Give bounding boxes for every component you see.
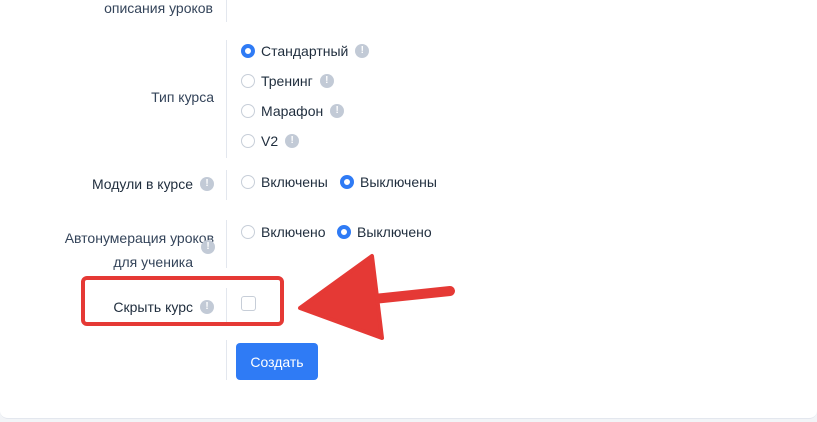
info-icon[interactable]: !: [355, 44, 370, 58]
radio-button[interactable]: [241, 175, 255, 189]
autonumbering-label-line1: Автонумерация уроков: [64, 230, 214, 246]
lesson-description-label: описания уроков: [104, 0, 213, 16]
radio-button[interactable]: [241, 44, 255, 58]
radio-button[interactable]: [241, 134, 255, 148]
option-label: Выключено: [357, 224, 432, 240]
option-label: Марафон: [261, 103, 324, 119]
modules-label-row: Модули в курсе !: [92, 176, 214, 192]
divider: [226, 40, 227, 158]
info-icon[interactable]: !: [330, 104, 345, 118]
autonumbering-option-disabled[interactable]: Выключено: [337, 224, 432, 240]
modules-label: Модули в курсе: [91, 176, 193, 192]
course-type-option-training[interactable]: Тренинг !: [241, 73, 334, 89]
option-label: Включены: [261, 174, 328, 190]
modules-option-enabled[interactable]: Включены: [241, 174, 328, 190]
option-label: Тренинг: [261, 73, 313, 89]
annotation-highlight-box: [81, 276, 284, 326]
info-icon[interactable]: !: [201, 240, 215, 254]
course-type-option-standard[interactable]: Стандартный !: [241, 43, 370, 59]
divider: [226, 0, 227, 22]
divider: [226, 220, 227, 268]
autonumbering-option-enabled[interactable]: Включено: [241, 224, 326, 240]
option-label: Выключены: [360, 174, 437, 190]
radio-button[interactable]: [241, 225, 255, 239]
info-icon[interactable]: !: [285, 134, 300, 148]
radio-button[interactable]: [241, 104, 255, 118]
autonumbering-label-line2: для ученика: [113, 254, 193, 270]
modules-option-disabled[interactable]: Выключены: [340, 174, 437, 190]
form-card: описания уроков Тип курса Стандартный ! …: [0, 0, 817, 419]
info-icon[interactable]: !: [200, 177, 214, 191]
radio-button[interactable]: [337, 225, 351, 239]
course-type-label: Тип курса: [151, 89, 214, 105]
radio-button[interactable]: [241, 74, 255, 88]
divider: [226, 340, 227, 380]
autonumbering-label: Автонумерация уроков для ученика: [65, 226, 214, 274]
option-label: Стандартный: [261, 43, 349, 59]
create-button[interactable]: Создать: [236, 343, 318, 380]
option-label: V2: [261, 133, 279, 149]
course-type-option-marathon[interactable]: Марафон !: [241, 103, 345, 119]
divider: [226, 170, 227, 200]
annotation-arrow-icon: [298, 254, 455, 340]
info-icon[interactable]: !: [319, 74, 334, 88]
radio-button[interactable]: [340, 175, 354, 189]
course-type-option-v2[interactable]: V2 !: [241, 133, 300, 149]
option-label: Включено: [261, 224, 326, 240]
